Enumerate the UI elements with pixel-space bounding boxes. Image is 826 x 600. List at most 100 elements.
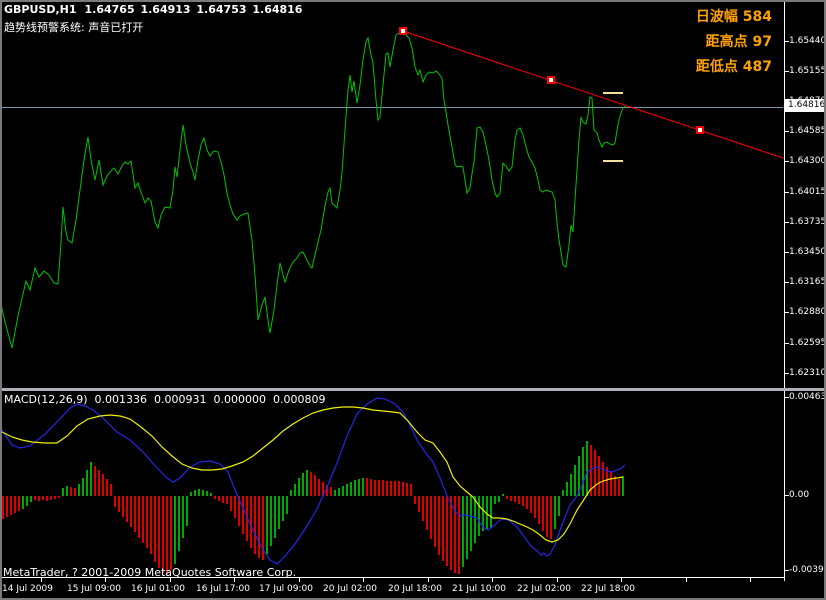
macd-histogram-bar (158, 496, 160, 568)
macd-histogram-bar (610, 472, 612, 496)
macd-histogram-bar (182, 496, 184, 538)
macd-histogram-bar (50, 496, 52, 500)
macd-histogram-bar (242, 496, 244, 534)
macd-histogram-bar (126, 496, 128, 522)
macd-histogram-bar (166, 496, 168, 575)
stat-daily-range: 日波幅 584 (695, 9, 772, 25)
macd-histogram-bar (462, 496, 464, 567)
macd-histogram-bar (390, 481, 392, 496)
macd-value-3: 0.000809 (273, 393, 326, 406)
macd-histogram-bar (314, 475, 316, 496)
mt4-chart-window: 1.654401.651551.648701.645851.643001.640… (0, 0, 826, 600)
macd-histogram-bar (186, 496, 188, 526)
macd-histogram-bar (398, 481, 400, 496)
macd-histogram-bar (222, 496, 224, 503)
macd-histogram-bar (270, 496, 272, 546)
macd-histogram-bar (510, 496, 512, 501)
macd-histogram-bar (22, 496, 24, 509)
macd-histogram-bar (310, 472, 312, 496)
macd-histogram-bar (338, 488, 340, 496)
open-value: 1.64765 (84, 3, 135, 16)
current-price-box: 1.64816 (785, 99, 826, 112)
macd-histogram-bar (366, 478, 368, 496)
macd-histogram-bar (274, 496, 276, 538)
macd-histogram-bar (214, 496, 216, 499)
macd-histogram-bar (122, 496, 124, 517)
macd-histogram-bar (354, 480, 356, 496)
macd-histogram-bar (134, 496, 136, 532)
macd-histogram-bar (622, 476, 624, 496)
macd-histogram-bar (518, 496, 520, 504)
macd-histogram-bar (206, 491, 208, 496)
macd-histogram-bar (470, 496, 472, 551)
macd-histogram-bar (254, 496, 256, 554)
macd-histogram-bar (118, 496, 120, 512)
macd-histogram-bar (570, 474, 572, 496)
macd-histogram-bar (422, 496, 424, 521)
macd-histogram-bar (34, 496, 36, 500)
stat-distance-to-low: 距低点 487 (695, 59, 772, 75)
macd-histogram-bar (586, 441, 588, 496)
macd-histogram-bar (602, 462, 604, 496)
macd-histogram-bar (282, 496, 284, 521)
macd-histogram-bar (550, 496, 552, 539)
macd-histogram-bar (174, 496, 176, 564)
macd-histogram-bar (566, 482, 568, 496)
macd-histogram-bar (94, 466, 96, 496)
macd-histogram-bar (618, 479, 620, 496)
macd-histogram-bar (110, 484, 112, 496)
macd-histogram-bar (450, 496, 452, 570)
macd-value-2: 0.000000 (213, 393, 267, 406)
macd-histogram-bar (146, 496, 148, 548)
macd-histogram-bar (438, 496, 440, 555)
macd-histogram-bar (558, 496, 560, 516)
macd-histogram-bar (298, 478, 300, 496)
macd-histogram-bar (502, 494, 504, 496)
macd-histogram-bar (446, 496, 448, 566)
macd-histogram-bar (378, 480, 380, 496)
macd-histogram-bar (370, 479, 372, 496)
copyright-text: MetaTrader, ? 2001-2009 MetaQuotes Softw… (3, 566, 297, 579)
macd-name: MACD(12,26,9) (4, 393, 88, 406)
macd-histogram-bar (102, 474, 104, 496)
macd-histogram-bar (286, 496, 288, 514)
macd-histogram-bar (506, 496, 508, 499)
macd-histogram-bar (526, 496, 528, 509)
trendline-handle[interactable] (399, 27, 407, 35)
macd-histogram-bar (530, 496, 532, 513)
macd-histogram-bar (406, 483, 408, 496)
macd-histogram-bar (142, 496, 144, 543)
macd-histogram-bar (362, 478, 364, 496)
chart-canvas[interactable] (0, 0, 826, 600)
macd-histogram-bar (250, 496, 252, 548)
macd-histogram-bar (382, 480, 384, 496)
macd-histogram-bar (258, 496, 260, 558)
macd-histogram-bar (554, 496, 556, 529)
macd-histogram-bar (74, 488, 76, 496)
trendline-handle[interactable] (696, 126, 704, 134)
macd-histogram-bar (582, 447, 584, 496)
macd-histogram-bar (498, 496, 500, 502)
macd-histogram-bar (90, 462, 92, 496)
macd-histogram-bar (614, 476, 616, 496)
pane-separator[interactable] (2, 388, 824, 391)
macd-histogram-bar (546, 496, 548, 537)
macd-histogram-bar (14, 496, 16, 513)
macd-histogram-bar (346, 484, 348, 496)
macd-histogram-bar (178, 496, 180, 551)
macd-histogram-bar (358, 479, 360, 496)
macd-histogram-bar (334, 490, 336, 496)
macd-histogram-bar (386, 481, 388, 496)
macd-histogram-bar (190, 492, 192, 496)
macd-histogram-bar (494, 496, 496, 504)
low-value: 1.64753 (196, 3, 247, 16)
macd-histogram-bar (542, 496, 544, 531)
macd-histogram-bar (26, 496, 28, 506)
macd-histogram-bar (230, 496, 232, 511)
macd-histogram-bar (18, 496, 20, 511)
macd-histogram-bar (42, 496, 44, 500)
macd-histogram-bar (374, 480, 376, 496)
macd-histogram-bar (318, 479, 320, 496)
low-dash (603, 160, 623, 162)
trendline-handle[interactable] (547, 76, 555, 84)
